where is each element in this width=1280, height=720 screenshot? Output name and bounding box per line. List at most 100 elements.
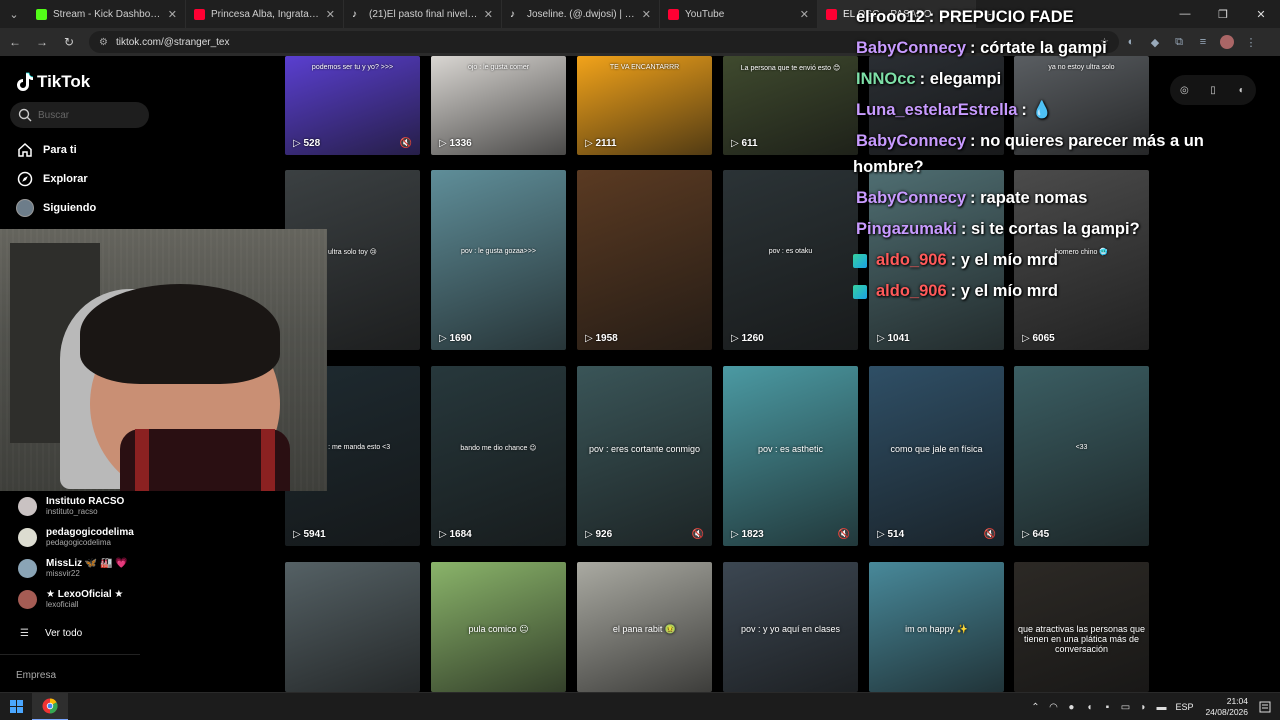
browser-tab[interactable]: Princesa Alba, Ingratax, Katteyes ✕ [186,0,344,28]
video-thumbnail[interactable]: podemos ser tu y yo? >>> ▷ 528 🔇 [285,56,420,155]
play-icon: ▷ [731,529,742,540]
chat-username[interactable]: BabyConnecy [856,189,966,207]
view-count: ▷ 611 [731,138,758,149]
chat-username[interactable]: Pingazumaki [856,220,957,238]
tab-close-icon[interactable]: ✕ [484,8,493,21]
kick-icon [36,8,47,20]
chrome-taskbar-icon[interactable] [32,692,68,720]
view-count-value: 5941 [303,529,326,540]
video-caption: La persona que te envió esto 😊 [740,65,841,72]
volume-icon[interactable]: ◖ [1081,702,1097,713]
video-thumbnail[interactable] [285,562,420,692]
account-name: pedagogicodelima [46,527,134,538]
network-icon[interactable]: ▭ [1117,702,1133,713]
avatar [18,589,37,609]
video-thumbnail[interactable]: pov : es asthetic ▷ 1823 🔇 [723,366,858,546]
browser-tab[interactable]: ♪ Joseline. (@.dwjosi) | TikTok ✕ [502,0,660,28]
following-account[interactable]: MissLiz 🦋 🏭 💗 missvir22 [18,558,128,578]
close-window-icon[interactable]: ✕ [1242,0,1280,28]
windows-start-icon[interactable] [0,693,32,720]
chat-username[interactable]: elrooo12 [856,8,925,26]
play-icon: ▷ [877,529,888,540]
tiktok-logo[interactable]: TikTok [16,72,90,92]
view-count: ▷ 926 [585,529,612,540]
muted-icon[interactable]: 🔇 [692,529,704,540]
tab-title: Stream - Kick Dashboard [53,8,162,20]
video-thumbnail[interactable]: La persona que te envió esto 😊 ▷ 611 [723,56,858,155]
nav-for-you[interactable]: Para ti [16,141,77,159]
muted-icon[interactable]: 🔇 [838,529,850,540]
chat-message: Pingazumaki: si te cortas la gampi? [853,220,1140,239]
following-account[interactable]: ★ LexoOficial ★ lexoficiall [18,589,123,609]
video-thumbnail[interactable]: TE VA ENCANTARRR ▷ 2111 [577,56,712,155]
clock[interactable]: 21:04 24/08/2026 [1205,696,1248,718]
tab-close-icon[interactable]: ✕ [800,8,809,21]
following-account[interactable]: Instituto RACSO instituto_racso [18,496,124,516]
windows-taskbar: ⌃ ◠ ● ◖ ▪ ▭ ◗ ▬ ESP 21:04 24/08/2026 [0,692,1280,720]
video-thumbnail[interactable]: pula comico 😐 [431,562,566,692]
nav-explore[interactable]: Explorar [16,170,88,188]
nav-following[interactable]: Siguiendo [16,199,96,217]
video-thumbnail[interactable]: pov : es otaku ▷ 1260 [723,170,858,350]
chat-username[interactable]: BabyConnecy [856,132,966,150]
tab-close-icon[interactable]: ✕ [326,8,335,21]
chat-username[interactable]: aldo_906 [876,251,947,269]
play-icon: ▷ [585,333,596,344]
see-all-link[interactable]: ☰ Ver todo [20,628,82,639]
tab-close-icon[interactable]: ✕ [168,8,177,21]
chat-username[interactable]: Luna_estelarEstrella [856,101,1017,119]
search-input[interactable]: Buscar [10,102,149,128]
play-icon: ▷ [293,529,304,540]
view-count: ▷ 645 [1022,529,1049,540]
video-thumbnail[interactable]: im on happy ✨ [869,562,1004,692]
forward-icon[interactable]: → [30,30,54,54]
tab-title: (21)El pasto final nivel Geometry [369,8,478,20]
video-thumbnail[interactable]: <33 ▷ 645 [1014,366,1149,546]
video-caption: pov : le gusta gozaa>>> [461,248,536,255]
microphone-icon[interactable]: ● [1063,702,1079,713]
video-thumbnail[interactable]: ▷ 1958 [577,170,712,350]
moon-icon[interactable]: ◐ [1233,81,1251,99]
video-thumbnail[interactable]: que atractivas las personas que tienen e… [1014,562,1149,692]
reload-icon[interactable]: ↻ [57,30,81,54]
video-thumbnail[interactable]: pov : le gusta gozaa>>> ▷ 1690 [431,170,566,350]
play-icon: ▷ [1022,333,1033,344]
stream-chat-overlay: elrooo12: PREPUCIO FADE BabyConnecy: córt… [853,8,1223,308]
muted-icon[interactable]: 🔇 [984,529,996,540]
browser-tab[interactable]: ♪ (21)El pasto final nivel Geometry ✕ [344,0,502,28]
tiktok-note-icon [16,72,34,92]
video-thumbnail[interactable]: el pana rabit 🤢 [577,562,712,692]
speaker-icon[interactable]: ◗ [1135,702,1151,713]
clock-date: 24/08/2026 [1205,707,1248,717]
chat-message: aldo_906: y el mío mrd [853,251,1058,270]
tab-close-icon[interactable]: ✕ [642,8,651,21]
browser-tab[interactable]: YouTube ✕ [660,0,818,28]
view-count: ▷ 2111 [585,138,617,149]
play-icon: ▷ [1022,529,1033,540]
video-caption: pov : es otaku [768,248,813,255]
chat-username[interactable]: BabyConnecy [856,39,966,57]
play-icon: ▷ [731,333,742,344]
company-link[interactable]: Empresa [16,670,56,681]
wifi-icon[interactable]: ◠ [1045,702,1061,713]
camera-icon[interactable]: ▪ [1099,702,1115,713]
tab-search-icon[interactable]: ⌄ [0,0,28,28]
muted-icon[interactable]: 🔇 [400,138,412,149]
play-icon: ▷ [585,138,596,149]
video-thumbnail[interactable]: ojo : le gusta comer ▷ 1336 [431,56,566,155]
chevron-up-icon[interactable]: ⌃ [1027,702,1043,713]
back-icon[interactable]: ← [3,30,27,54]
browser-tab[interactable]: Stream - Kick Dashboard ✕ [28,0,186,28]
chat-username[interactable]: aldo_906 [876,282,947,300]
battery-icon[interactable]: ▬ [1153,702,1169,713]
site-info-icon[interactable]: ⚙ [99,37,108,48]
language-indicator[interactable]: ESP [1175,702,1193,712]
video-thumbnail[interactable]: como que jale en física ▷ 514 🔇 [869,366,1004,546]
video-thumbnail[interactable]: pov : eres cortante conmigo ▷ 926 🔇 [577,366,712,546]
following-account[interactable]: pedagogicodelima pedagogicodelima [18,527,134,547]
notification-icon[interactable] [1256,698,1274,716]
chat-username[interactable]: INNOcc [856,70,916,88]
video-thumbnail[interactable]: bando me dio chance 😉 ▷ 1684 [431,366,566,546]
video-thumbnail[interactable]: pov : y yo aquí en clases [723,562,858,692]
menu-icon[interactable]: ⋮ [1239,30,1263,54]
